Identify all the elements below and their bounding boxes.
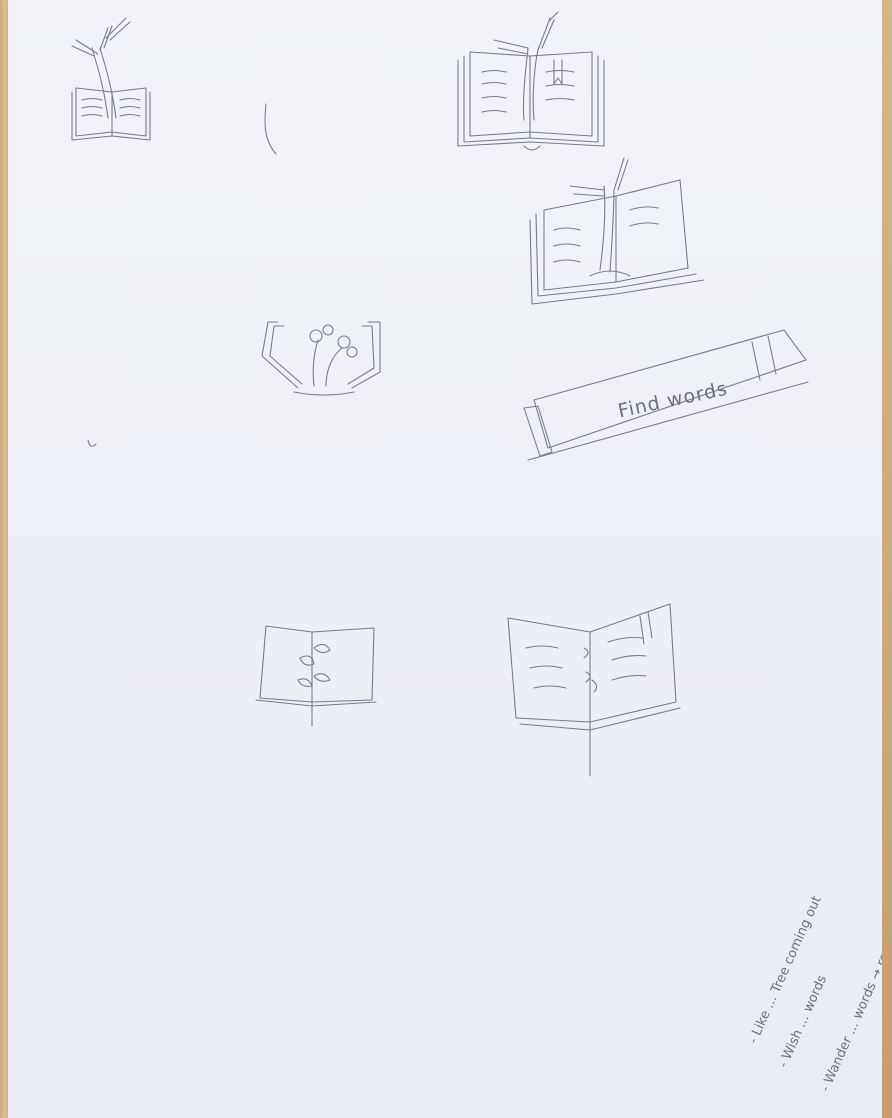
faint-mark: [87, 439, 97, 447]
note-line-3: - Wander ... words → roots: [818, 933, 892, 1095]
book-branch-sketch-large: [529, 157, 705, 305]
sketch-paper: Find words - Like ... Tree coming out - …: [8, 0, 892, 1118]
book-branch-sketch: [457, 11, 605, 151]
desk-edge: [882, 0, 892, 1118]
note-line-1: - Like ... Tree coming out: [746, 893, 825, 1047]
book-tree-sketch-small: [71, 17, 151, 141]
book-flowers-sketch: [261, 321, 381, 396]
open-book-leaves-sketch: [255, 625, 377, 727]
open-book-text-sketch: [507, 603, 681, 777]
stray-stroke: [264, 103, 277, 155]
